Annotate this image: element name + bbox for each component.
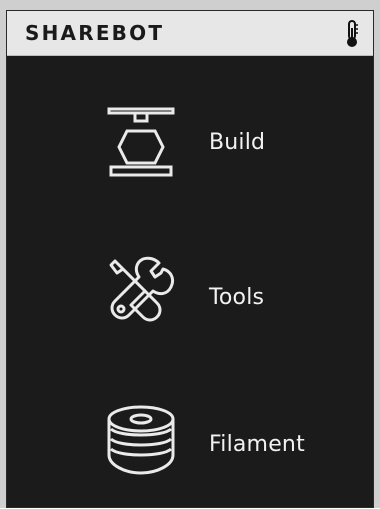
filament-spool-icon: [101, 399, 181, 479]
lcd-screen: SHAREBOT Build Tools Filament: [6, 10, 374, 508]
build-printer-icon: [101, 101, 181, 181]
tools-icon: [101, 255, 181, 335]
thermometer-icon[interactable]: [343, 19, 361, 49]
menu-item-tools[interactable]: Tools: [7, 235, 373, 355]
brand-title: SHAREBOT: [25, 21, 165, 45]
header-bar: SHAREBOT: [7, 11, 373, 56]
menu-item-label: Build: [209, 130, 266, 155]
menu-item-filament[interactable]: Filament: [7, 389, 373, 509]
menu-item-label: Tools: [209, 285, 265, 310]
device-frame: SHAREBOT Build Tools Filament: [0, 0, 380, 508]
menu-item-label: Filament: [209, 432, 305, 457]
menu-item-build[interactable]: Build: [7, 85, 373, 205]
